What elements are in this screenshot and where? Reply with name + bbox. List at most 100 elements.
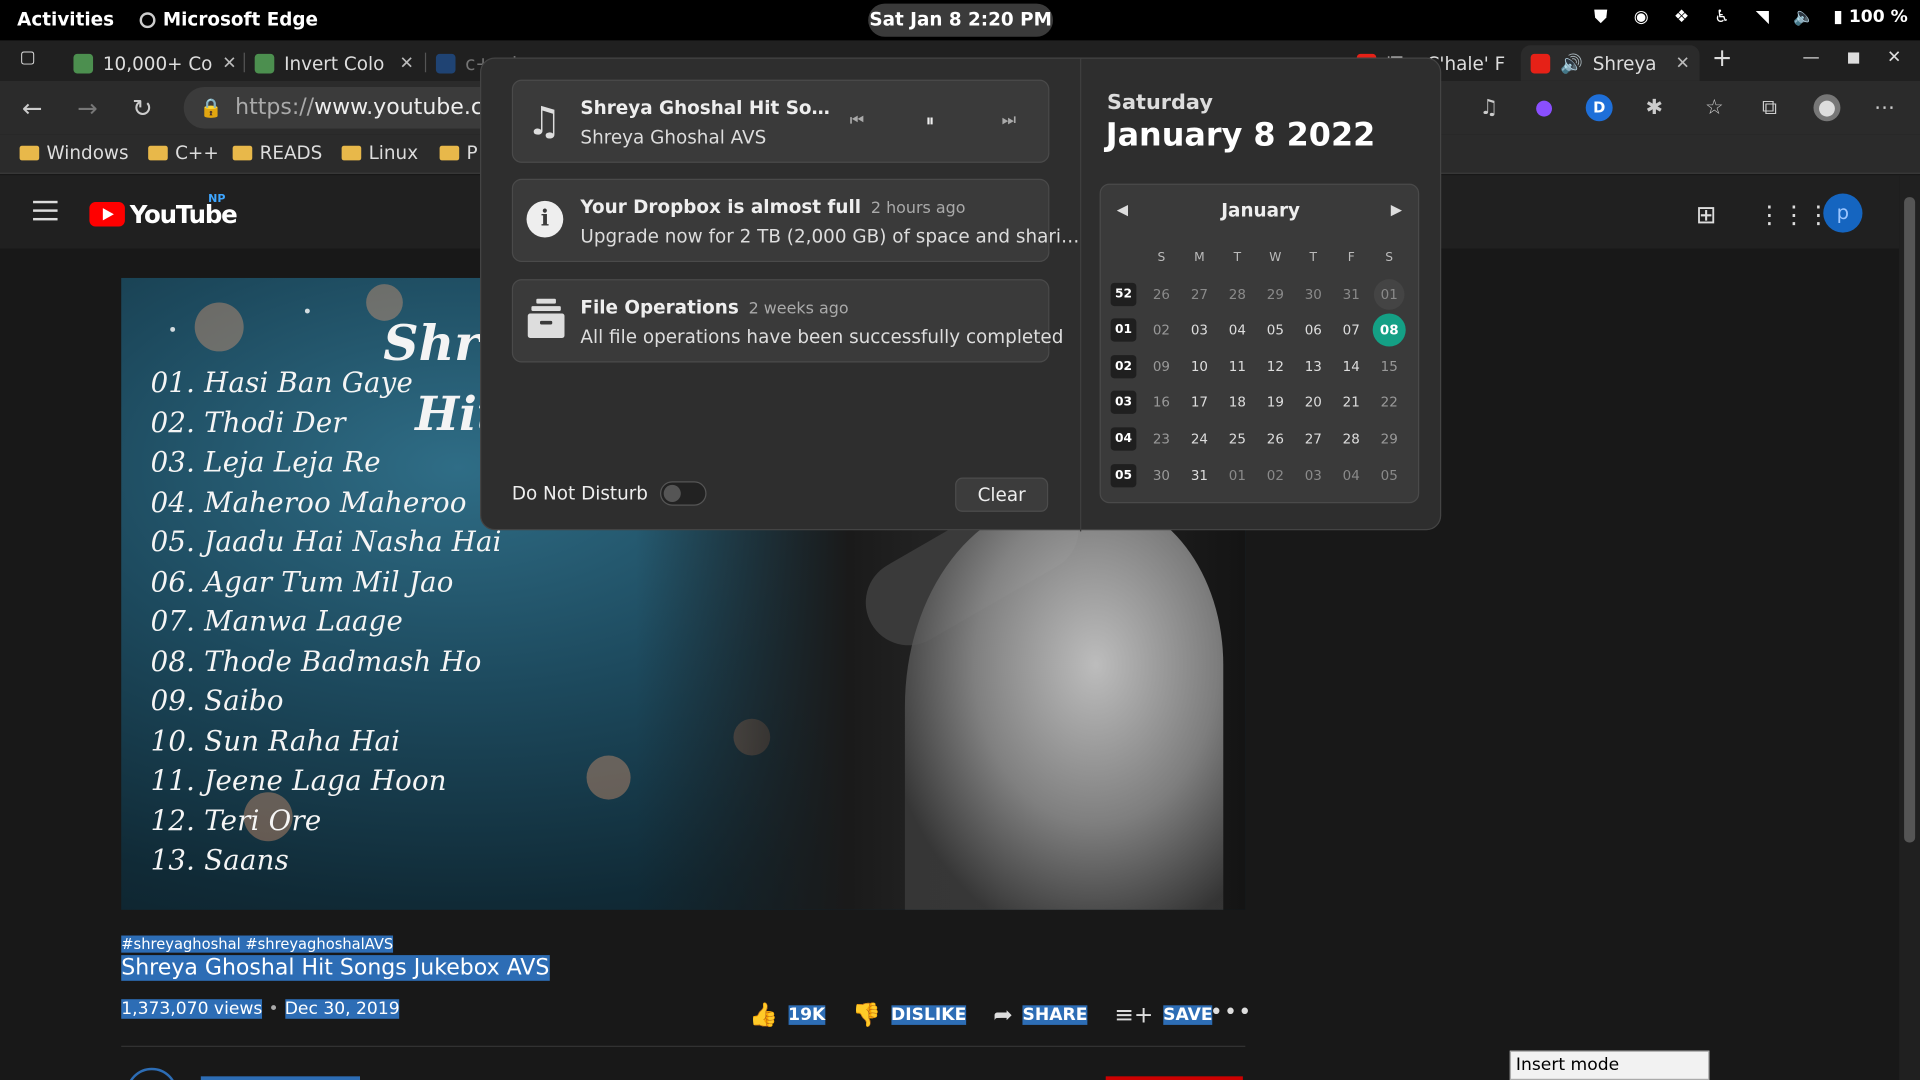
calendar-day[interactable]: 29 (1370, 424, 1408, 455)
calendar-day[interactable]: 14 (1332, 351, 1370, 382)
calendar-day[interactable]: 01 (1373, 278, 1405, 310)
scrollbar-thumb[interactable] (1904, 197, 1916, 843)
calendar-day[interactable]: 05 (1370, 460, 1408, 491)
create-video-icon[interactable]: ⊞ (1696, 200, 1717, 229)
tab-close-icon[interactable]: ✕ (1675, 53, 1689, 73)
minimize-icon[interactable]: — (1802, 48, 1819, 68)
calendar-day[interactable]: 09 (1142, 351, 1180, 382)
save-button[interactable]: ≡+ SAVE (1114, 1001, 1213, 1028)
favorites-icon[interactable]: ☆ (1701, 94, 1728, 121)
more-actions-icon[interactable]: ••• (1210, 999, 1253, 1025)
like-button[interactable]: 👍 19K (749, 1000, 826, 1029)
calendar-day[interactable]: 02 (1142, 315, 1180, 346)
forward-icon[interactable]: → (77, 93, 98, 122)
calendar-day[interactable]: 02 (1256, 460, 1294, 491)
tab-close-icon[interactable]: ✕ (222, 53, 236, 73)
previous-track-icon[interactable]: ⏮ (850, 111, 864, 129)
new-tab-icon[interactable]: + (1712, 43, 1733, 72)
calendar-day-today[interactable]: 08 (1372, 313, 1406, 347)
back-icon[interactable]: ← (22, 93, 43, 122)
calendar-day[interactable]: 27 (1294, 424, 1332, 455)
tab-actions-icon[interactable]: ▢ (20, 48, 36, 68)
calendar-day[interactable]: 30 (1142, 460, 1180, 491)
calendar-day[interactable]: 13 (1294, 351, 1332, 382)
clock-button[interactable]: Sat Jan 8 2:20 PM (868, 3, 1054, 37)
menu-icon[interactable] (33, 200, 58, 227)
calendar-day[interactable]: 03 (1294, 460, 1332, 491)
channel-name[interactable] (200, 1076, 361, 1080)
profile-icon[interactable]: ● (1813, 94, 1841, 122)
account-avatar[interactable]: p (1823, 193, 1863, 233)
calendar-day[interactable]: 15 (1370, 351, 1408, 382)
bookmark-folder[interactable]: Windows (19, 142, 129, 164)
calendar-day[interactable]: 26 (1256, 424, 1294, 455)
calendar-day[interactable]: 03 (1180, 315, 1218, 346)
page-scrollbar[interactable] (1899, 175, 1920, 1080)
collections-icon[interactable]: ⧉ (1756, 94, 1783, 121)
calendar-day[interactable]: 05 (1256, 315, 1294, 346)
lock-icon[interactable]: 🔒 (200, 87, 223, 129)
more-menu-icon[interactable]: ⋯ (1871, 94, 1898, 121)
calendar-day[interactable]: 26 (1142, 279, 1180, 310)
bookmark-folder[interactable]: P (439, 142, 478, 164)
calendar-day[interactable]: 29 (1256, 279, 1294, 310)
calendar-day[interactable]: 07 (1332, 315, 1370, 346)
calendar-day[interactable]: 20 (1294, 387, 1332, 418)
calendar-day[interactable]: 28 (1218, 279, 1256, 310)
discord-icon[interactable]: ◉ (1631, 7, 1651, 27)
notification-card[interactable]: File Operations 2 weeks ago All file oper… (511, 279, 1063, 363)
maximize-icon[interactable]: ◼ (1847, 48, 1861, 68)
reload-icon[interactable]: ↻ (132, 93, 153, 122)
calendar-day[interactable]: 04 (1332, 460, 1370, 491)
calendar-day[interactable]: 10 (1180, 351, 1218, 382)
dashlane-extension-icon[interactable]: D (1585, 94, 1613, 122)
bookmark-folder[interactable]: C++ (148, 142, 219, 164)
browser-tab-active[interactable]: 🔊 Shreya ✕ (1520, 45, 1700, 81)
bookmark-folder[interactable]: Linux (341, 142, 418, 164)
system-tray[interactable]: ⛊ ◉ ❖ ♿ ◥ 🔈 ▮ 100 % (1591, 7, 1907, 27)
extensions-icon[interactable]: ✱ (1641, 94, 1668, 121)
browser-tab[interactable]: 10,000+ Co ✕ (64, 45, 243, 81)
tab-close-icon[interactable]: ✕ (400, 53, 414, 73)
calendar-day[interactable]: 19 (1256, 387, 1294, 418)
clear-notifications-button[interactable]: Clear (955, 477, 1049, 512)
purple-extension-icon[interactable]: ● (1531, 94, 1558, 121)
close-window-icon[interactable]: ✕ (1887, 48, 1901, 68)
calendar-day[interactable]: 31 (1180, 460, 1218, 491)
activities-button[interactable]: Activities (17, 9, 114, 31)
calendar-day[interactable]: 31 (1332, 279, 1370, 310)
browser-tab[interactable]: Invert Colo ✕ (245, 45, 424, 81)
calendar-day[interactable]: 06 (1294, 315, 1332, 346)
pause-icon[interactable]: ⏸ (926, 111, 935, 131)
music-extension-icon[interactable]: ♫ (1476, 94, 1503, 121)
calendar-day[interactable]: 17 (1180, 387, 1218, 418)
subscribe-button[interactable] (1105, 1076, 1243, 1080)
calendar-day[interactable]: 04 (1218, 315, 1256, 346)
dropbox-icon[interactable]: ❖ (1672, 7, 1692, 27)
speaker-icon[interactable]: 🔊 (1560, 52, 1583, 74)
calendar-day[interactable]: 12 (1256, 351, 1294, 382)
bookmark-folder[interactable]: READS (232, 142, 322, 164)
accessibility-icon[interactable]: ♿ (1712, 7, 1732, 27)
share-button[interactable]: ➦ SHARE (993, 1001, 1088, 1028)
calendar-week-number[interactable]: 01 (1110, 318, 1137, 342)
calendar-week-number[interactable]: 03 (1110, 391, 1137, 415)
calendar-day[interactable]: 11 (1218, 351, 1256, 382)
calendar-week-number[interactable]: 52 (1110, 282, 1137, 306)
calendar-day[interactable]: 30 (1294, 279, 1332, 310)
calendar-day[interactable]: 22 (1370, 387, 1408, 418)
calendar-day[interactable]: 16 (1142, 387, 1180, 418)
calendar-week-number[interactable]: 05 (1110, 463, 1137, 487)
calendar-day[interactable]: 28 (1332, 424, 1370, 455)
shield-icon[interactable]: ⛊ (1591, 7, 1611, 27)
calendar-week-number[interactable]: 04 (1110, 427, 1137, 451)
media-player-card[interactable]: ♫ Shreya Ghoshal Hit So… Shreya Ghoshal … (511, 79, 1050, 163)
calendar-day[interactable]: 27 (1180, 279, 1218, 310)
do-not-disturb-toggle[interactable] (660, 481, 707, 506)
channel-avatar[interactable] (126, 1067, 178, 1080)
calendar-week-number[interactable]: 02 (1110, 354, 1137, 379)
notification-card[interactable]: i Your Dropbox is almost full 2 hours ago… (511, 178, 1079, 263)
app-menu[interactable]: Microsoft Edge (139, 9, 318, 31)
apps-grid-icon[interactable]: ⋮⋮⋮ (1757, 200, 1830, 229)
video-hashtags[interactable]: #shreyaghoshal #shreyaghoshalAVS (121, 935, 394, 953)
